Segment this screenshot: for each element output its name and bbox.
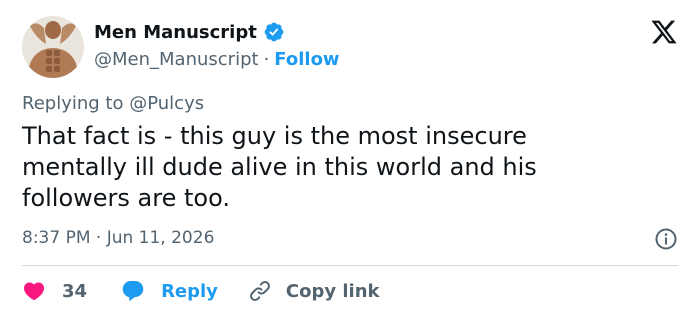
x-logo-icon[interactable] xyxy=(650,18,678,46)
reply-label: Reply xyxy=(161,280,218,302)
replying-to-mention[interactable]: @Pulcys xyxy=(129,93,204,114)
tweet-card: Men Manuscript @Men_Manuscript · Follow … xyxy=(0,0,700,318)
author-handle[interactable]: @Men_Manuscript xyxy=(94,49,259,70)
author-name-row: Men Manuscript xyxy=(94,21,285,43)
info-icon[interactable] xyxy=(654,227,678,251)
heart-icon xyxy=(23,282,45,301)
author-handle-row: @Men_Manuscript · Follow xyxy=(94,49,340,70)
divider xyxy=(22,265,678,266)
reply-button[interactable]: Reply xyxy=(121,279,218,303)
verified-badge-icon xyxy=(264,22,284,42)
replying-prefix: Replying to xyxy=(22,93,124,114)
replying-to: Replying to @Pulcys xyxy=(22,93,204,114)
link-icon xyxy=(249,281,270,301)
speech-bubble-icon xyxy=(122,281,144,302)
follow-button[interactable]: Follow xyxy=(274,49,339,70)
action-bar: 34 Reply Copy link xyxy=(22,278,380,304)
tweet-timestamp[interactable]: 8:37 PM · Jun 11, 2026 xyxy=(22,228,214,248)
separator-dot: · xyxy=(263,49,270,70)
tweet-text: That fact is - this guy is the most inse… xyxy=(22,122,537,212)
copy-link-button[interactable]: Copy link xyxy=(248,279,380,303)
copy-link-label: Copy link xyxy=(285,280,380,302)
avatar[interactable] xyxy=(22,16,84,78)
like-button[interactable]: 34 xyxy=(22,279,87,303)
like-count: 34 xyxy=(62,280,88,302)
display-name[interactable]: Men Manuscript xyxy=(94,22,257,43)
